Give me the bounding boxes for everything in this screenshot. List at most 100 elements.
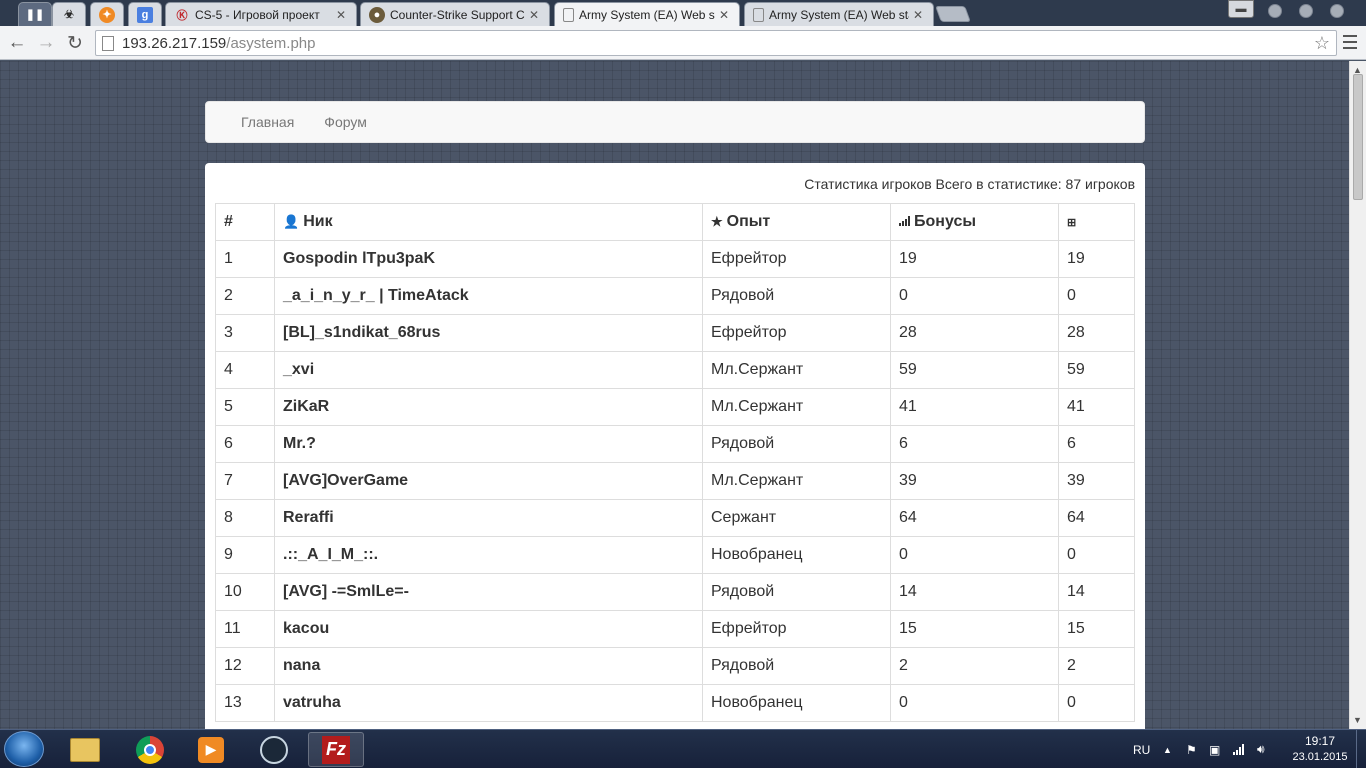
cell-rank: Сержант <box>702 499 891 537</box>
network-signal-icon[interactable] <box>1233 730 1248 768</box>
tab-army-system[interactable]: Army System (EA) Web sta ✕ <box>744 2 934 26</box>
browser-menu-icon[interactable] <box>1343 35 1357 49</box>
action-center-flag-icon[interactable]: ⚑ <box>1186 730 1197 768</box>
language-indicator[interactable]: RU <box>1133 730 1150 768</box>
tab-cs5[interactable]: Ⓚ CS-5 - Игровой проект ✕ <box>165 2 357 26</box>
cell-bonus: 59 <box>890 351 1059 389</box>
taskbar-steam[interactable] <box>246 732 302 767</box>
header-nick: 👤 Ник <box>274 203 703 241</box>
cell-gift: 59 <box>1058 351 1135 389</box>
cell-num: 6 <box>215 425 275 463</box>
tab-army-system-active[interactable]: Army System (EA) Web sta ✕ <box>554 2 740 26</box>
pinned-tab-hazard[interactable]: ☣ <box>52 2 86 26</box>
cell-gift: 0 <box>1058 277 1135 315</box>
cell-gift: 2 <box>1058 647 1135 685</box>
stats-panel: Статистика игроков Всего в статистике: 8… <box>205 163 1145 729</box>
pinned-tab-flame[interactable]: ✦ <box>90 2 124 26</box>
taskbar-chrome[interactable] <box>122 732 178 767</box>
filezilla-icon: Fz <box>322 735 350 764</box>
stats-table: # 👤 Ник ★ Опыт Бонусы ⊞ 1 Gospodin lTpu3paK… <box>215 203 1135 722</box>
tab-cs-support[interactable]: ● Counter-Strike Support Co ✕ <box>360 2 550 26</box>
close-tab-icon[interactable]: ✕ <box>719 8 731 22</box>
cell-nick: _xvi <box>274 351 703 389</box>
cell-nick: vatruha <box>274 684 703 722</box>
media-player-icon: ▶ <box>198 736 224 763</box>
pause-icon: ❚❚ <box>25 9 45 21</box>
header-xp-label: Опыт <box>726 213 771 230</box>
table-body: 1 Gospodin lTpu3paK Ефрейтор 19 19 2 _a_i_n_y_… <box>215 240 1135 722</box>
flame-icon: ✦ <box>99 6 115 23</box>
page-icon <box>102 35 114 51</box>
tray-app-icon[interactable]: ▣ <box>1209 730 1220 768</box>
header-bonus: Бонусы <box>890 203 1059 241</box>
page-scrollbar[interactable]: ▲ ▼ <box>1349 61 1366 729</box>
cell-gift: 0 <box>1058 536 1135 574</box>
pinned-tab-google[interactable]: g <box>128 2 162 26</box>
cell-bonus: 0 <box>890 684 1059 722</box>
nav-link-home[interactable]: Главная <box>226 114 309 130</box>
clock-date: 23.01.2015 <box>1292 751 1348 763</box>
star-icon: ★ <box>711 214 723 229</box>
pinned-tab-pause[interactable]: ❚❚ <box>18 2 52 26</box>
bookmark-star-icon[interactable]: ☆ <box>1314 33 1330 54</box>
minimize-button[interactable] <box>1268 4 1282 18</box>
address-bar[interactable]: 193.26.217.159/asystem.php ☆ <box>95 30 1337 56</box>
close-window-button[interactable] <box>1330 4 1344 18</box>
url-host: 193.26.217.159 <box>122 34 227 52</box>
cell-bonus: 0 <box>890 536 1059 574</box>
forward-arrow-icon[interactable]: → <box>35 32 57 54</box>
cell-bonus: 2 <box>890 647 1059 685</box>
page-viewport: Главная Форум Статистика игроков Всего в… <box>0 61 1349 729</box>
taskbar-explorer[interactable] <box>57 732 113 767</box>
reload-icon[interactable]: ↻ <box>64 32 86 54</box>
cell-bonus: 28 <box>890 314 1059 352</box>
scrollbar-thumb[interactable] <box>1353 74 1363 200</box>
cell-num: 13 <box>215 684 275 722</box>
cell-gift: 14 <box>1058 573 1135 611</box>
user-icon: 👤 <box>283 214 300 229</box>
cell-nick: ZiKaR <box>274 388 703 426</box>
close-tab-icon[interactable]: ✕ <box>336 8 348 22</box>
user-profile-icon[interactable]: ▬ <box>1228 0 1254 18</box>
back-arrow-icon[interactable]: ← <box>6 32 28 54</box>
table-row: 4 _xvi Мл.Сержант 59 59 <box>215 351 1135 389</box>
maximize-button[interactable] <box>1299 4 1313 18</box>
cell-nick: Reraffi <box>274 499 703 537</box>
show-desktop-button[interactable] <box>1356 730 1366 768</box>
cell-rank: Рядовой <box>702 647 891 685</box>
taskbar-filezilla[interactable]: Fz <box>308 732 364 767</box>
header-gift: ⊞ <box>1058 203 1135 241</box>
cell-num: 8 <box>215 499 275 537</box>
close-tab-icon[interactable]: ✕ <box>529 8 541 22</box>
scroll-down-arrow-icon[interactable]: ▼ <box>1353 715 1362 725</box>
volume-icon[interactable]: 🔊︎ <box>1257 730 1265 768</box>
nav-link-forum[interactable]: Форум <box>309 114 382 130</box>
start-button[interactable] <box>4 731 44 767</box>
table-row: 5 ZiKaR Мл.Сержант 41 41 <box>215 388 1135 426</box>
cell-rank: Ефрейтор <box>702 610 891 648</box>
cell-nick: Mr.? <box>274 425 703 463</box>
cell-rank: Новобранец <box>702 684 891 722</box>
tab-title: CS-5 - Игровой проект <box>195 7 320 22</box>
header-num: # <box>215 203 275 241</box>
show-hidden-icons-icon[interactable]: ▲ <box>1163 730 1172 768</box>
table-row: 12 nana Рядовой 2 2 <box>215 647 1135 685</box>
close-tab-icon[interactable]: ✕ <box>913 8 925 22</box>
cell-num: 10 <box>215 573 275 611</box>
cell-bonus: 41 <box>890 388 1059 426</box>
cell-rank: Мл.Сержант <box>702 388 891 426</box>
new-tab-button[interactable] <box>935 6 971 22</box>
table-row: 7 [AVG]OverGame Мл.Сержант 39 39 <box>215 462 1135 500</box>
steam-icon <box>260 735 288 764</box>
google-icon: g <box>137 6 153 23</box>
header-nick-label: Ник <box>303 213 333 230</box>
taskbar-media-player[interactable]: ▶ <box>183 732 239 767</box>
cell-bonus: 0 <box>890 277 1059 315</box>
cell-bonus: 14 <box>890 573 1059 611</box>
windows-taskbar: ▶ Fz RU ▲ ⚑ ▣ 🔊︎ 19:17 23.01.2015 <box>0 729 1366 768</box>
chrome-icon <box>136 735 164 764</box>
page-icon <box>563 7 574 22</box>
system-clock[interactable]: 19:17 23.01.2015 <box>1290 733 1350 765</box>
table-row: 9 .::_A_I_M_::. Новобранец 0 0 <box>215 536 1135 574</box>
cell-gift: 41 <box>1058 388 1135 426</box>
